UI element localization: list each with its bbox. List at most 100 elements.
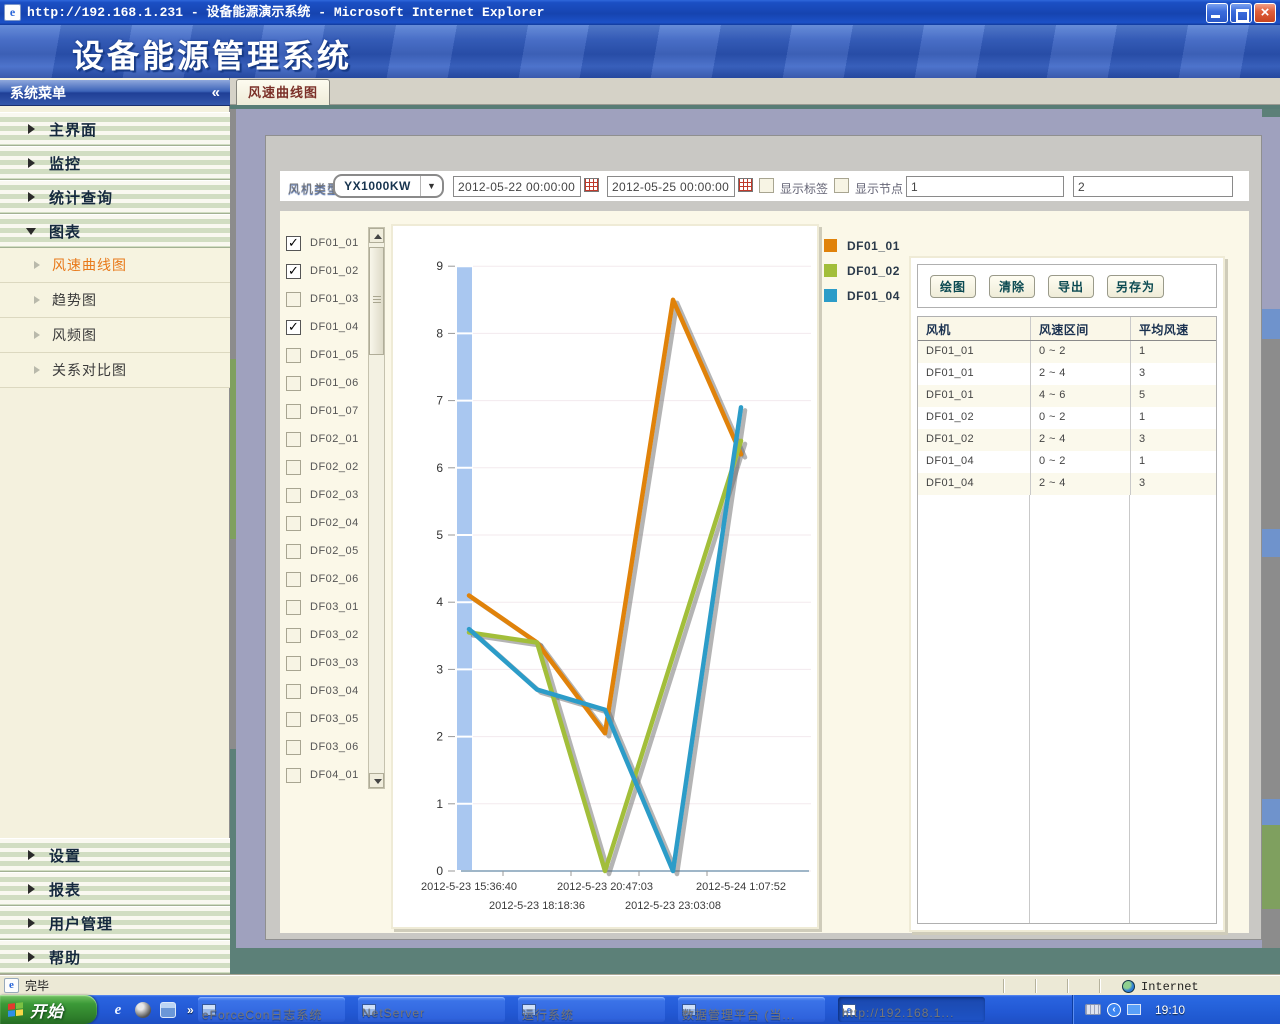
checkbox-icon[interactable] [286,460,301,475]
calendar-icon[interactable] [738,178,753,192]
checkbox-icon[interactable] [286,348,301,363]
dropdown-arrow-icon[interactable]: ▼ [420,176,442,196]
taskbar-task[interactable]: 数据管理平台 (当... [678,997,825,1022]
device-list-item[interactable]: DF01_03 [282,285,368,313]
checkbox-icon[interactable] [286,376,301,391]
scroll-down-button[interactable] [369,773,384,788]
task-label: NetServer [362,1006,425,1020]
checkbox-icon[interactable] [286,236,301,251]
sidebar-subitem[interactable]: 趋势图 [0,283,230,318]
sidebar-item[interactable]: 主界面 [0,112,230,146]
status-zone: Internet [1141,980,1199,994]
param2-input[interactable] [1073,176,1233,197]
status-divider [1067,979,1069,993]
device-list-item[interactable]: DF03_04 [282,677,368,705]
minimize-button[interactable] [1206,3,1228,23]
sidebar-item[interactable]: 报表 [0,872,230,906]
fan-type-select[interactable]: YX1000KW ▼ [333,174,444,198]
checkbox-icon[interactable] [286,600,301,615]
device-list-item[interactable]: DF02_03 [282,481,368,509]
device-list-item[interactable]: DF02_02 [282,453,368,481]
draw-button[interactable]: 绘图 [930,275,976,298]
show-labels-checkbox[interactable] [759,178,774,193]
checkbox-icon[interactable] [286,264,301,279]
tray-collapse-icon[interactable]: ‹ [1107,1003,1121,1017]
legend-swatch [824,289,837,302]
device-list-item[interactable]: DF01_02 [282,257,368,285]
scrollbar-thumb[interactable] [369,247,384,355]
close-button[interactable] [1254,3,1276,23]
device-list-item[interactable]: DF02_06 [282,565,368,593]
device-list-scrollbar[interactable] [368,227,385,789]
checkbox-icon[interactable] [286,712,301,727]
clear-button[interactable]: 清除 [989,275,1035,298]
stats-panel: 绘图清除导出另存为 风机风速区间平均风速DF01_010 ~ 21DF01_01… [909,256,1225,932]
quick-launch-overflow-icon[interactable]: » [187,1003,194,1017]
sidebar-item[interactable]: 图表 [0,214,230,248]
ie-launch-icon[interactable]: e [110,1002,126,1018]
tab-wind-speed-curve[interactable]: 风速曲线图 [236,79,330,105]
quick-launch: e » [104,995,194,1024]
device-list-item[interactable]: DF03_05 [282,705,368,733]
restore-button[interactable] [1230,3,1252,23]
checkbox-icon[interactable] [286,516,301,531]
checkbox-icon[interactable] [286,572,301,587]
media-launch-icon[interactable] [135,1002,151,1018]
device-label: DF02_03 [310,489,359,501]
device-list-item[interactable]: DF01_07 [282,397,368,425]
sidebar-subitem-label: 风速曲线图 [52,255,127,275]
keyboard-tray-icon[interactable] [1085,1004,1101,1015]
device-list-item[interactable]: DF04_01 [282,761,368,789]
calendar-icon[interactable] [584,178,599,192]
taskbar-task[interactable]: ehttp://192.168.1... [838,997,985,1022]
sidebar-subitem[interactable]: 风速曲线图 [0,248,230,283]
sidebar-item[interactable]: 帮助 [0,940,230,974]
checkbox-icon[interactable] [286,544,301,559]
device-list-item[interactable]: DF01_06 [282,369,368,397]
checkbox-icon[interactable] [286,488,301,503]
checkbox-icon[interactable] [286,684,301,699]
collapse-sidebar-button[interactable]: « [212,80,220,106]
sidebar-item[interactable]: 监控 [0,146,230,180]
checkbox-icon[interactable] [286,320,301,335]
device-list-item[interactable]: DF02_04 [282,509,368,537]
window-titlebar: e http://192.168.1.231 - 设备能源演示系统 - Micr… [0,0,1280,25]
show-nodes-checkbox[interactable] [834,178,849,193]
sidebar-item[interactable]: 用户管理 [0,906,230,940]
device-list-item[interactable]: DF01_04 [282,313,368,341]
device-list-item[interactable]: DF03_06 [282,733,368,761]
device-list-item[interactable]: DF03_03 [282,649,368,677]
date-from-input[interactable] [453,176,581,197]
sidebar-subitem[interactable]: 关系对比图 [0,353,230,388]
taskbar-task[interactable]: 运行系统 [518,997,665,1022]
start-button[interactable]: 开始 [0,995,97,1024]
device-list-item[interactable]: DF01_01 [282,229,368,257]
save-as-button[interactable]: 另存为 [1107,275,1164,298]
checkbox-icon[interactable] [286,656,301,671]
param1-input[interactable] [906,176,1064,197]
export-button[interactable]: 导出 [1048,275,1094,298]
taskbar-task[interactable]: eForceCon日志系统 [198,997,345,1022]
checkbox-icon[interactable] [286,292,301,307]
desktop-launch-icon[interactable] [160,1002,176,1018]
checkbox-icon[interactable] [286,404,301,419]
checkbox-icon[interactable] [286,432,301,447]
taskbar-task[interactable]: NetServer [358,997,505,1022]
device-list-item[interactable]: DF03_02 [282,621,368,649]
checkbox-icon[interactable] [286,628,301,643]
device-list-item[interactable]: DF03_01 [282,593,368,621]
checkbox-icon[interactable] [286,740,301,755]
device-list-item[interactable]: DF02_01 [282,425,368,453]
date-to-input[interactable] [607,176,735,197]
device-list-item[interactable]: DF01_05 [282,341,368,369]
sidebar-item[interactable]: 设置 [0,838,230,872]
sidebar-header: « 系统菜单 [0,80,230,106]
checkbox-icon[interactable] [286,768,301,783]
sidebar-subitem[interactable]: 风频图 [0,318,230,353]
svg-text:8: 8 [436,326,443,340]
sidebar-item[interactable]: 统计查询 [0,180,230,214]
device-list-item[interactable]: DF02_05 [282,537,368,565]
scroll-up-button[interactable] [369,228,384,243]
network-tray-icon[interactable] [1127,1004,1141,1015]
legend-label: DF01_02 [847,264,900,278]
